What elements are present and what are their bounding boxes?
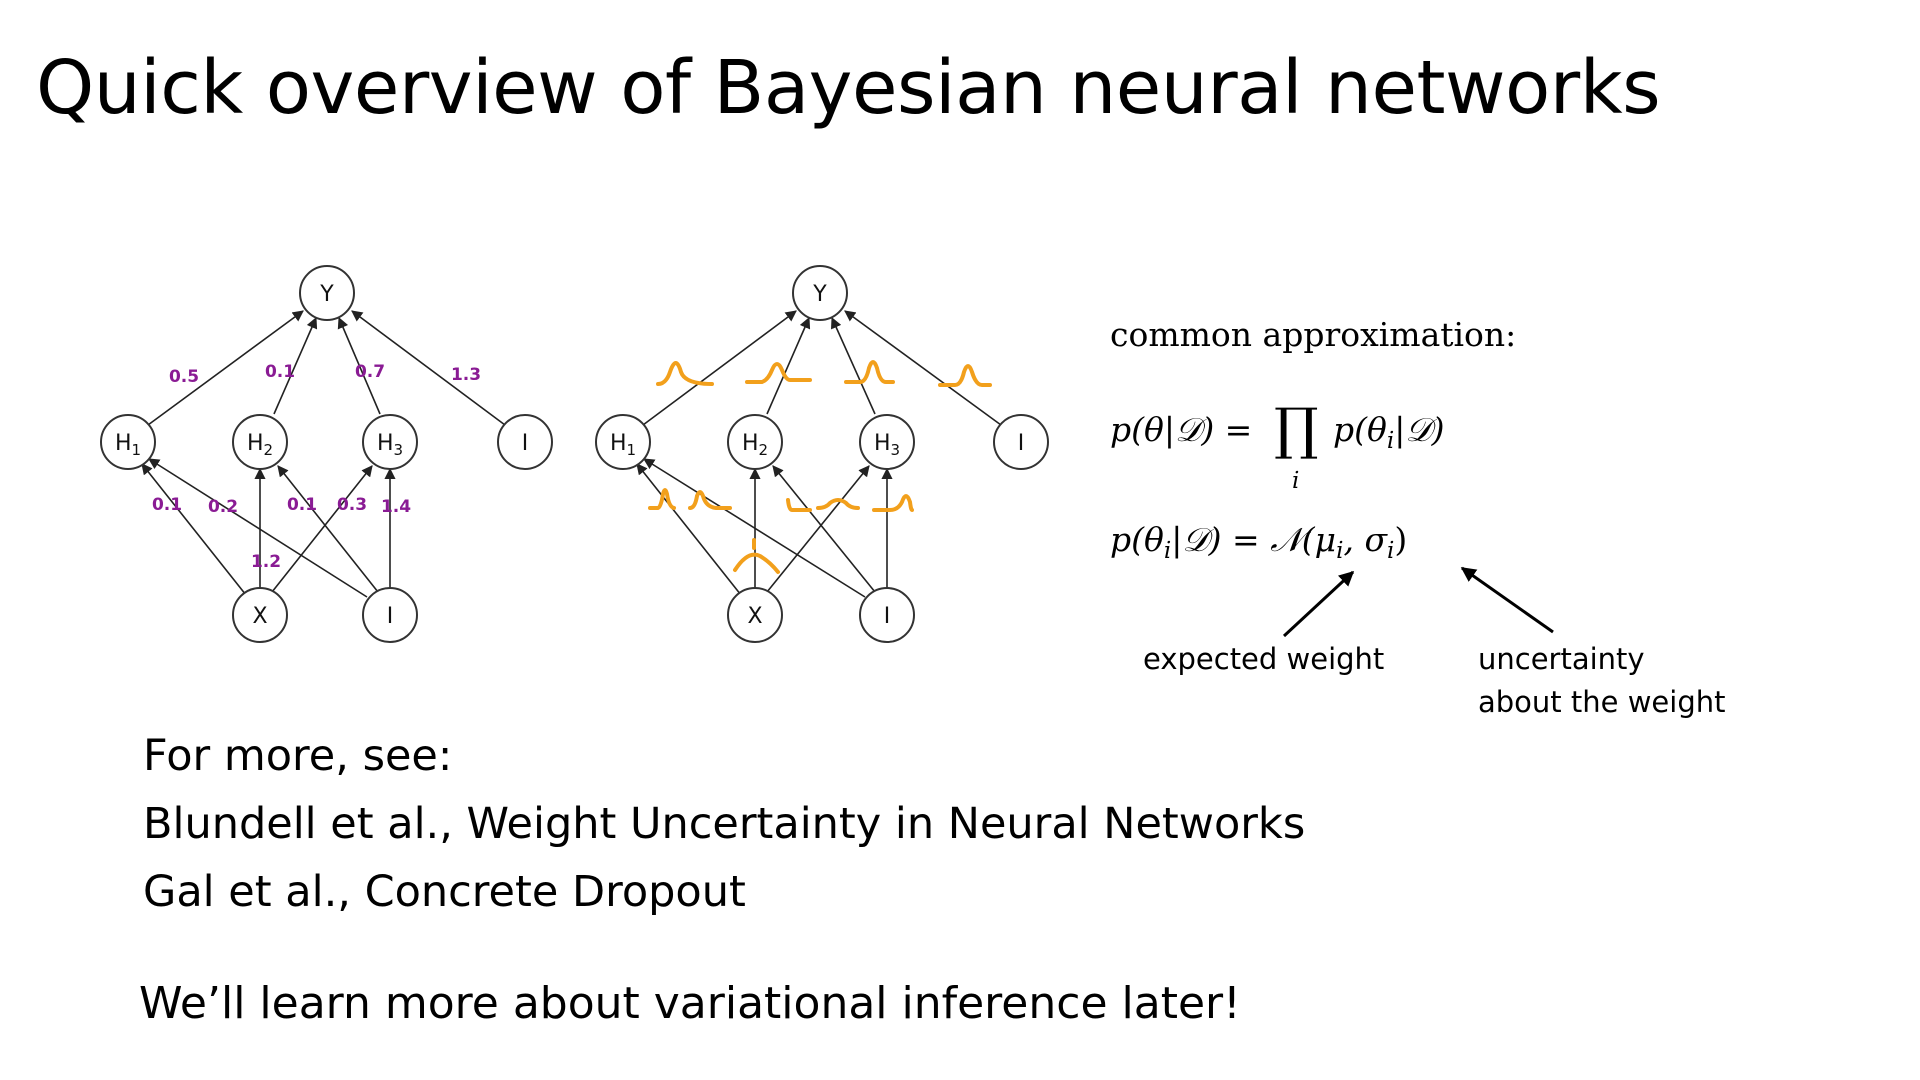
svg-text:p(θ|𝒟) =: p(θ|𝒟) = xyxy=(1110,410,1252,449)
node-bias-hidden: I xyxy=(993,414,1049,470)
node-input-x: X xyxy=(727,587,783,643)
reference-item-blundell: Blundell et al., Weight Uncertainty in N… xyxy=(143,799,1306,849)
node-hidden-h1: H1 xyxy=(100,414,156,470)
svg-text:I: I xyxy=(522,431,529,456)
weight-label: 0.1 xyxy=(265,362,295,382)
svg-text:I: I xyxy=(387,604,394,629)
factorized-posterior-equation: p(θ|𝒟) = ∏ i p(θi|𝒟) xyxy=(1110,397,1445,494)
weight-distributions xyxy=(648,360,992,574)
approximation-heading: common approximation: xyxy=(1110,315,1516,354)
svg-text:X: X xyxy=(747,604,762,629)
references-intro: For more, see: xyxy=(143,731,453,781)
node-hidden-h3: H3 xyxy=(362,414,418,470)
weight-label: 0.5 xyxy=(169,367,199,387)
node-hidden-h1: H1 xyxy=(595,414,651,470)
node-hidden-h2: H2 xyxy=(727,414,783,470)
weight-label: 0.2 xyxy=(208,497,238,517)
svg-text:p(θi|𝒟): p(θi|𝒟) xyxy=(1333,410,1445,454)
svg-text:Y: Y xyxy=(319,282,334,307)
weight-distribution-curve xyxy=(786,498,812,512)
gaussian-weight-equation: p(θi|𝒟) = 𝒩(μi, σi) xyxy=(1110,520,1407,564)
node-bias-input: I xyxy=(362,587,418,643)
approximation-equations: common approximation: p(θ|𝒟) = ∏ i p(θi|… xyxy=(1110,315,1725,719)
arrow-to-mean xyxy=(1282,570,1355,638)
svg-text:I: I xyxy=(884,604,891,629)
weight-distribution-curve xyxy=(648,488,676,510)
weight-label: 1.3 xyxy=(451,365,481,385)
weight-distribution-curve xyxy=(872,494,914,512)
node-hidden-h3: H3 xyxy=(859,414,915,470)
weight-labels: 0.5 0.1 0.7 1.3 0.1 0.2 0.1 0.3 1.4 1.2 xyxy=(152,362,481,572)
svg-text:i: i xyxy=(1292,468,1299,494)
uncertainty-label-line1: uncertainty xyxy=(1478,642,1645,676)
weight-distribution-curve xyxy=(656,361,714,386)
references-block: For more, see: Blundell et al., Weight U… xyxy=(143,722,1305,926)
weight-label: 0.7 xyxy=(355,362,385,382)
node-output-y: Y xyxy=(792,265,848,321)
weight-distribution-curve xyxy=(733,552,780,574)
bayesian-network-edges xyxy=(636,310,1002,598)
arrow-to-std xyxy=(1460,566,1554,634)
node-input-x: X xyxy=(232,587,288,643)
svg-text:p(θi|𝒟) = 𝒩(μi, σi): p(θi|𝒟) = 𝒩(μi, σi) xyxy=(1110,520,1407,564)
standard-network-edges xyxy=(141,310,506,598)
reference-item-gal: Gal et al., Concrete Dropout xyxy=(143,867,746,917)
svg-text:Y: Y xyxy=(812,282,827,307)
weight-label: 0.1 xyxy=(287,495,317,515)
weight-label: 1.2 xyxy=(251,552,281,572)
edge-x-h3 xyxy=(766,465,870,593)
weight-label: 0.1 xyxy=(152,495,182,515)
closing-remark: We’ll learn more about variational infer… xyxy=(139,978,1241,1029)
node-output-y: Y xyxy=(299,265,355,321)
edge-x-h1 xyxy=(636,463,742,596)
standard-network: Y H1 H2 H3 I X I 0.5 0.1 0.7 1.3 0.1 0.2… xyxy=(100,265,553,643)
weight-distribution-curve xyxy=(938,364,992,387)
edge-x-h1 xyxy=(141,463,247,596)
edge-b2-h2 xyxy=(772,465,876,593)
svg-text:I: I xyxy=(1018,431,1025,456)
node-bias-hidden: I xyxy=(497,414,553,470)
svg-text:X: X xyxy=(252,604,267,629)
uncertainty-label-line2: about the weight xyxy=(1478,685,1725,719)
weight-distribution-curve xyxy=(745,362,812,384)
svg-text:∏: ∏ xyxy=(1274,397,1319,462)
weight-label: 1.4 xyxy=(381,497,411,517)
edge-x-h3 xyxy=(271,465,373,593)
bayesian-network: Y H1 H2 H3 I X I xyxy=(595,265,1049,643)
expected-weight-label: expected weight xyxy=(1143,642,1384,676)
edge-b2-h1 xyxy=(148,458,368,598)
node-hidden-h2: H2 xyxy=(232,414,288,470)
weight-label: 0.3 xyxy=(337,495,367,515)
node-bias-input: I xyxy=(859,587,915,643)
